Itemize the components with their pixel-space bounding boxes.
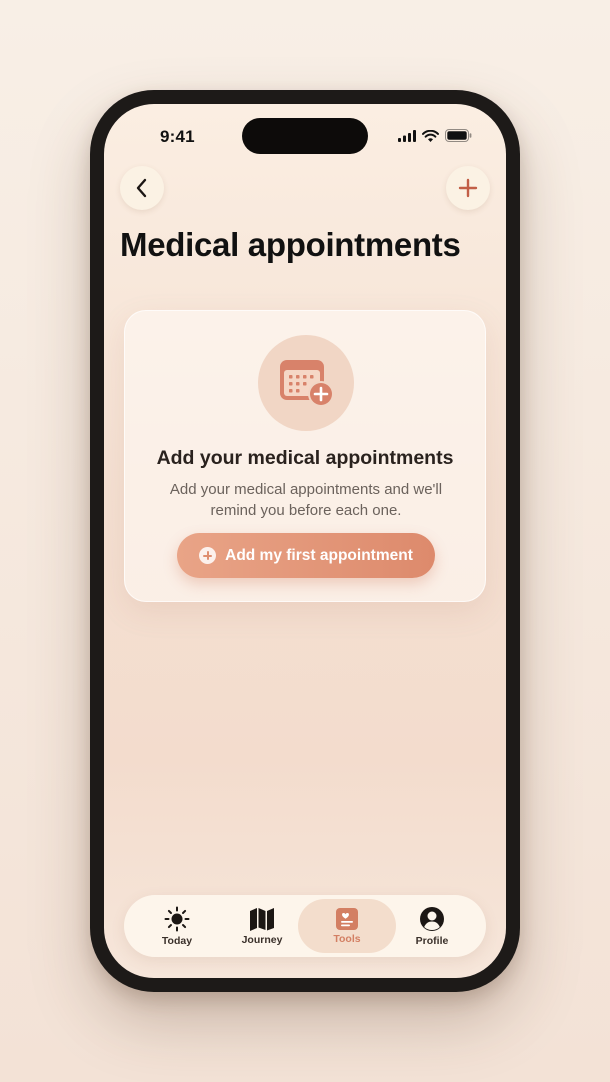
dynamic-island [242, 118, 368, 154]
sun-icon [164, 906, 190, 931]
back-button[interactable] [120, 166, 164, 210]
tab-bar: Today Journey Tools Profile [124, 895, 486, 957]
chevron-left-icon [136, 178, 147, 198]
status-icons [398, 129, 472, 142]
empty-state-card: Add your medical appointments Add your m… [124, 310, 486, 602]
add-appointment-button[interactable] [446, 166, 490, 210]
cta-label: Add my first appointment [225, 546, 413, 564]
calendar-add-icon [280, 360, 334, 407]
tab-tools[interactable]: Tools [298, 899, 396, 953]
page-title: Medical appointments [120, 226, 461, 263]
add-first-appointment-button[interactable]: Add my first appointment [177, 533, 435, 578]
status-time: 9:41 [160, 127, 195, 146]
app-screen: 9:41 Medical appointments Add your medic… [104, 104, 506, 978]
tab-profile[interactable]: Profile [389, 899, 475, 953]
empty-state-title: Add your medical appointments [156, 447, 454, 469]
tab-journey-label: Journey [241, 933, 283, 946]
signal-icon [398, 129, 416, 142]
phone-frame: 9:41 Medical appointments Add your medic… [90, 90, 520, 992]
tab-today-label: Today [161, 934, 193, 947]
tab-journey[interactable]: Journey [219, 899, 305, 953]
tab-today[interactable]: Today [134, 899, 220, 953]
map-icon [250, 907, 274, 931]
profile-icon [420, 906, 444, 931]
tab-profile-label: Profile [415, 934, 449, 947]
battery-icon [445, 129, 472, 142]
tab-tools-label: Tools [333, 932, 361, 945]
tools-card-icon [336, 907, 358, 930]
empty-state-description: Add your medical appointments and we'll … [169, 481, 443, 519]
plus-icon [458, 178, 478, 198]
plus-circle-icon [199, 547, 217, 564]
wifi-icon [422, 129, 439, 142]
empty-state-icon-circle [258, 335, 354, 431]
